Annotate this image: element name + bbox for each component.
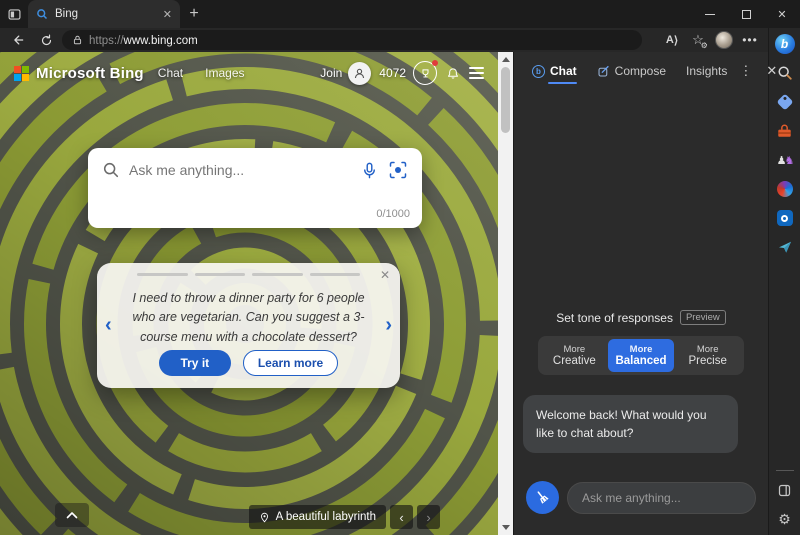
join-link[interactable]: Join [320, 66, 342, 80]
microphone-icon[interactable] [360, 161, 379, 180]
new-tab-button[interactable]: + [180, 0, 208, 28]
games-chess-icon[interactable]: ♟♞ [775, 150, 795, 170]
microsoft-logo [14, 66, 29, 81]
edge-sidebar-rail: b ♟♞ ⚙ [768, 28, 800, 535]
tab-actions-menu-icon[interactable] [0, 0, 28, 28]
url-protocol: https:// [89, 35, 124, 47]
hamburger-menu-icon[interactable] [469, 67, 484, 78]
bing-header: Microsoft Bing Chat Images Join 4072 [0, 58, 498, 88]
search-box-card: 0/1000 [88, 148, 422, 228]
scrollbar-thumb[interactable] [501, 67, 510, 133]
progress-segment [195, 273, 246, 276]
location-pin-icon [259, 511, 270, 524]
carousel-close-icon[interactable]: ✕ [380, 268, 390, 282]
carousel-next-icon[interactable]: › [385, 315, 392, 335]
bing-homepage: Microsoft Bing Chat Images Join 4072 [0, 52, 498, 535]
favorites-gear-icon: ⚙ [701, 41, 708, 50]
tab-insights[interactable]: Insights [678, 58, 735, 84]
carousel-progress [137, 273, 360, 276]
image-prev-button[interactable]: ‹ [390, 505, 413, 529]
learn-more-button[interactable]: Learn more [243, 350, 338, 376]
url-host: www.bing.com [124, 35, 198, 47]
bing-favicon [36, 8, 48, 20]
settings-more-icon[interactable]: ••• [738, 30, 762, 50]
tone-title: Set tone of responses [556, 311, 673, 325]
char-counter: 0/1000 [376, 208, 410, 220]
visual-search-icon[interactable] [388, 160, 408, 180]
lock-icon [72, 34, 83, 46]
nav-chat[interactable]: Chat [158, 66, 183, 80]
favorites-icon[interactable]: ☆⚙ [686, 30, 710, 50]
person-icon [353, 67, 366, 80]
progress-segment [137, 273, 188, 276]
address-bar[interactable]: https://www.bing.com [62, 30, 642, 50]
broom-icon [534, 489, 551, 506]
tab-chat-label: Chat [550, 64, 577, 78]
shopping-tag-icon[interactable] [775, 92, 795, 112]
window-maximize-button[interactable] [728, 0, 764, 28]
progress-segment [310, 273, 361, 276]
image-caption: A beautiful labyrinth [276, 511, 376, 523]
microsoft-365-icon[interactable] [775, 179, 795, 199]
window-close-button[interactable]: ✕ [764, 0, 800, 28]
search-icon [102, 161, 120, 179]
nav-images[interactable]: Images [205, 66, 244, 80]
account-avatar[interactable] [348, 62, 371, 85]
sidebar-search-icon[interactable] [775, 63, 795, 83]
notification-dot [432, 60, 438, 66]
panel-close-icon[interactable]: ✕ [766, 63, 777, 79]
rewards-points[interactable]: 4072 [379, 66, 406, 80]
panel-more-icon[interactable]: ⋮ [739, 63, 752, 79]
customize-sidebar-icon[interactable] [775, 480, 795, 500]
tab-title: Bing [55, 8, 156, 20]
browser-tab-bing[interactable]: Bing ✕ [28, 0, 180, 28]
scrollbar-up-arrow[interactable] [502, 57, 510, 62]
bing-discover-icon[interactable]: b [775, 34, 795, 54]
tone-selector-section: Set tone of responses Preview More Creat… [514, 310, 768, 375]
collapse-chevron-up-button[interactable] [55, 503, 89, 527]
bing-chat-panel: b Chat Compose Insights ⋮ ✕ [513, 52, 768, 535]
scrollbar-down-arrow[interactable] [502, 525, 510, 530]
sidebar-settings-gear-icon[interactable]: ⚙ [775, 509, 795, 529]
tone-creative-button[interactable]: More Creative [541, 339, 608, 372]
outlook-icon[interactable] [775, 208, 795, 228]
notifications-bell-icon[interactable] [446, 66, 460, 81]
browser-toolbar: https://www.bing.com A⟩ ☆⚙ ••• [0, 28, 768, 52]
window-minimize-button[interactable] [692, 0, 728, 28]
tab-chat[interactable]: b Chat [524, 58, 585, 84]
read-aloud-icon[interactable]: A⟩ [660, 30, 684, 50]
new-topic-broom-button[interactable] [526, 481, 559, 514]
tab-compose[interactable]: Compose [589, 58, 674, 84]
carousel-prev-icon[interactable]: ‹ [105, 315, 112, 335]
drop-paper-plane-icon[interactable] [775, 237, 795, 257]
tab-close-icon[interactable]: ✕ [163, 8, 172, 21]
suggestion-carousel-card: ✕ ‹ › I need to throw a dinner party for… [97, 263, 400, 388]
image-next-button[interactable]: › [417, 505, 440, 529]
title-bar: Bing ✕ + ✕ [0, 0, 800, 28]
rail-divider [776, 470, 794, 471]
browser-window: Bing ✕ + ✕ https://www.bing.com [0, 0, 800, 535]
chat-input[interactable] [567, 482, 756, 514]
suggestion-prompt-text: I need to throw a dinner party for 6 peo… [131, 289, 366, 347]
back-button[interactable] [6, 30, 30, 50]
tone-toggle-group: More Creative More Balanced More Precise [538, 336, 744, 375]
refresh-button[interactable] [34, 30, 58, 50]
tone-precise-button[interactable]: More Precise [674, 339, 741, 372]
rewards-trophy-icon[interactable] [413, 61, 437, 85]
profile-avatar[interactable] [712, 30, 736, 50]
page-scrollbar[interactable] [498, 52, 513, 535]
tools-toolbox-icon[interactable] [775, 121, 795, 141]
tab-insights-label: Insights [686, 64, 727, 78]
welcome-message-bubble: Welcome back! What would you like to cha… [523, 395, 738, 453]
image-caption-pill[interactable]: A beautiful labyrinth [249, 505, 386, 529]
search-input[interactable] [129, 162, 351, 178]
try-it-button[interactable]: Try it [159, 350, 231, 376]
compose-icon [597, 65, 610, 78]
tab-compose-label: Compose [615, 64, 666, 78]
chat-bubble-icon: b [532, 65, 545, 78]
progress-segment [252, 273, 303, 276]
preview-badge: Preview [680, 310, 726, 325]
bing-brand[interactable]: Microsoft Bing [36, 65, 144, 82]
tone-balanced-button[interactable]: More Balanced [608, 339, 675, 372]
